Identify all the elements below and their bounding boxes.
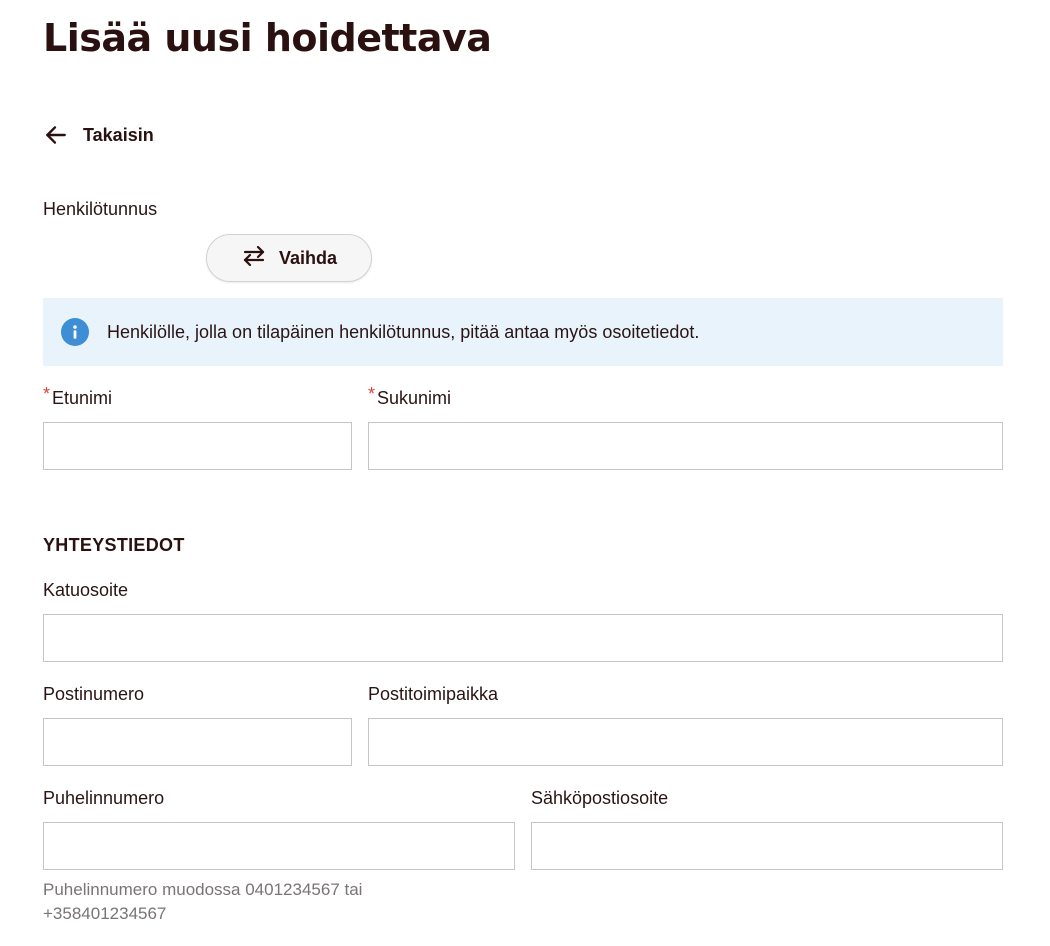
switch-ssn-button[interactable]: Vaihda	[206, 234, 372, 282]
email-input[interactable]	[531, 822, 1003, 870]
back-link[interactable]: Takaisin	[43, 122, 154, 148]
switch-ssn-label: Vaihda	[278, 247, 338, 268]
phone-input[interactable]	[43, 822, 515, 870]
arrow-left-icon	[43, 122, 69, 148]
street-address-label: Katuosoite	[43, 580, 129, 600]
first-name-label: * Etunimi	[43, 384, 113, 409]
back-link-label: Takaisin	[83, 124, 154, 145]
first-name-input[interactable]	[43, 422, 352, 470]
ssn-label: Henkilötunnus	[43, 199, 158, 219]
info-notice: Henkilölle, jolla on tilapäinen henkilöt…	[43, 298, 1003, 366]
street-address-input[interactable]	[43, 614, 1003, 662]
info-text: Henkilölle, jolla on tilapäinen henkilöt…	[107, 321, 700, 342]
last-name-input[interactable]	[368, 422, 1003, 470]
phone-label: Puhelinnumero	[43, 788, 165, 808]
required-mark: *	[43, 384, 51, 404]
city-label: Postitoimipaikka	[368, 684, 499, 704]
postal-code-label: Postinumero	[43, 684, 145, 704]
swap-arrows-icon	[241, 245, 267, 272]
first-name-label-text: Etunimi	[52, 388, 113, 408]
last-name-label-text: Sukunimi	[377, 388, 452, 408]
contact-section-title: YHTEYSTIEDOT	[43, 535, 185, 555]
last-name-label: * Sukunimi	[368, 384, 452, 409]
phone-hint: Puhelinnumero muodossa 0401234567 tai +3…	[43, 880, 363, 923]
postal-code-input[interactable]	[43, 718, 352, 766]
page-title: Lisää uusi hoidettava	[43, 16, 492, 60]
info-icon	[61, 318, 89, 346]
email-label: Sähköpostiosoite	[531, 788, 669, 808]
city-input[interactable]	[368, 718, 1003, 766]
required-mark: *	[368, 384, 376, 404]
